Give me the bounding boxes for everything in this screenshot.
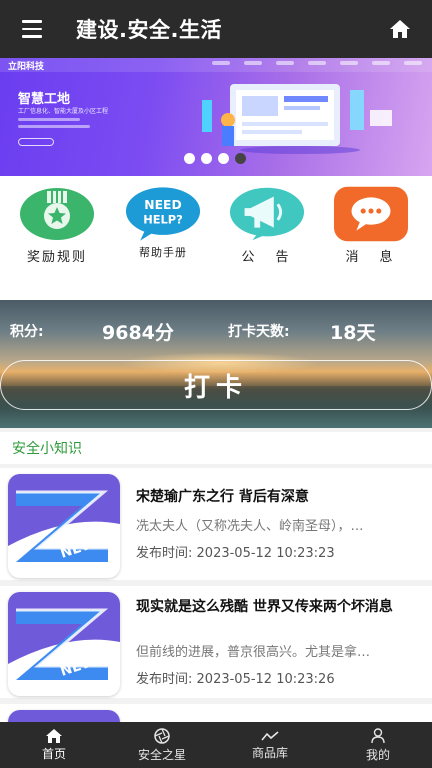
hamburger-icon[interactable] — [0, 0, 64, 58]
news-thumbnail-icon: NEWS — [8, 592, 120, 696]
carousel-dot-active[interactable] — [235, 153, 246, 164]
quick-link-label: 帮助手册 — [139, 246, 187, 259]
banner-logo: 立阳科技 — [8, 62, 45, 72]
banner-text-line — [18, 125, 90, 128]
checkin-card: 积分: 9684分 打卡天数: 18天 打卡 — [0, 300, 432, 428]
news-excerpt: 但前线的进展，普京很高兴。尤其是拿… — [136, 645, 371, 660]
news-item[interactable] — [0, 704, 432, 730]
bottom-navigation: 首页 安全之星 商品库 我的 — [0, 722, 432, 768]
top-bar: 建设.安全.生活 — [0, 0, 432, 58]
news-excerpt: 冼太夫人（又称冼夫人、岭南圣母），… — [136, 519, 364, 534]
quick-link-messages[interactable]: 消 息 — [326, 186, 416, 265]
news-item[interactable]: NEWS 现实就是这么残酷 世界又传来两个坏消息 但前线的进展，普京很高兴。尤其… — [0, 586, 432, 698]
banner-nav-decoration — [212, 61, 422, 65]
points-value: 9684分 — [102, 322, 174, 344]
news-title: 宋楚瑜广东之行 背后有深意 — [136, 489, 309, 505]
megaphone-icon — [229, 186, 305, 242]
chart-line-icon — [261, 730, 279, 741]
nav-safety-star[interactable]: 安全之星 — [108, 722, 216, 768]
quick-links: 奖励规则 NEED HELP? 帮助手册 公 告 消 息 — [0, 176, 432, 300]
news-time: 发布时间: 2023-05-12 10:23:26 — [136, 668, 335, 687]
section-title: 安全小知识 — [12, 441, 82, 457]
points-label: 积分: — [10, 324, 44, 340]
quick-link-rules[interactable]: 奖励规则 — [12, 186, 102, 265]
checkin-stats: 积分: 9684分 打卡天数: 18天 — [0, 318, 432, 344]
section-header: 安全小知识 — [0, 432, 432, 464]
aperture-icon — [154, 727, 170, 744]
user-icon — [371, 727, 385, 743]
banner-more-button[interactable] — [18, 138, 54, 146]
home-icon[interactable] — [368, 0, 432, 58]
nav-products[interactable]: 商品库 — [216, 722, 324, 768]
news-time-label: 发布时间: — [136, 546, 193, 561]
carousel-dot[interactable] — [184, 153, 195, 164]
banner-text-line — [18, 118, 80, 121]
carousel-dot[interactable] — [201, 153, 212, 164]
medal-icon — [19, 186, 95, 242]
news-thumbnail-icon: NEWS — [8, 474, 120, 578]
nav-label: 我的 — [365, 747, 390, 762]
news-title: 现实就是这么残酷 世界又传来两个坏消息 — [136, 599, 393, 615]
message-icon — [333, 186, 409, 242]
quick-link-label: 公 告 — [241, 250, 293, 265]
news-time-value: 2023-05-12 10:23:26 — [196, 672, 335, 687]
carousel-indicator — [184, 153, 246, 164]
nav-label: 首页 — [41, 746, 66, 761]
svg-text:NEED: NEED — [144, 198, 181, 212]
days-label: 打卡天数: — [228, 324, 290, 340]
quick-link-help[interactable]: NEED HELP? 帮助手册 — [118, 186, 208, 260]
news-item[interactable]: NEWS 宋楚瑜广东之行 背后有深意 冼太夫人（又称冼夫人、岭南圣母），… 发布… — [0, 468, 432, 580]
nav-label: 商品库 — [251, 745, 288, 760]
news-time: 发布时间: 2023-05-12 10:23:23 — [136, 542, 335, 561]
quick-link-label: 奖励规则 — [26, 250, 87, 265]
days-value: 18天 — [330, 322, 376, 344]
nav-home[interactable]: 首页 — [0, 722, 108, 768]
app-title: 建设.安全.生活 — [76, 18, 222, 42]
quick-link-notice[interactable]: 公 告 — [222, 186, 312, 265]
nav-profile[interactable]: 我的 — [324, 722, 432, 768]
quick-link-label: 消 息 — [345, 250, 397, 265]
svg-text:HELP?: HELP? — [143, 213, 183, 227]
checkin-button[interactable]: 打卡 — [0, 360, 432, 410]
home-icon — [46, 728, 62, 743]
news-time-value: 2023-05-12 10:23:23 — [196, 546, 335, 561]
help-bubble-icon: NEED HELP? — [125, 186, 201, 242]
nav-label: 安全之星 — [137, 747, 186, 762]
banner-heading: 智慧工地 — [18, 92, 71, 107]
banner-subtitle: 工厂信息化、智能大厦及小区工程 — [18, 108, 109, 115]
banner-illustration-icon — [202, 84, 392, 154]
banner-carousel[interactable]: 立阳科技 智慧工地 工厂信息化、智能大厦及小区工程 — [0, 58, 432, 176]
carousel-dot[interactable] — [218, 153, 229, 164]
news-time-label: 发布时间: — [136, 672, 193, 687]
